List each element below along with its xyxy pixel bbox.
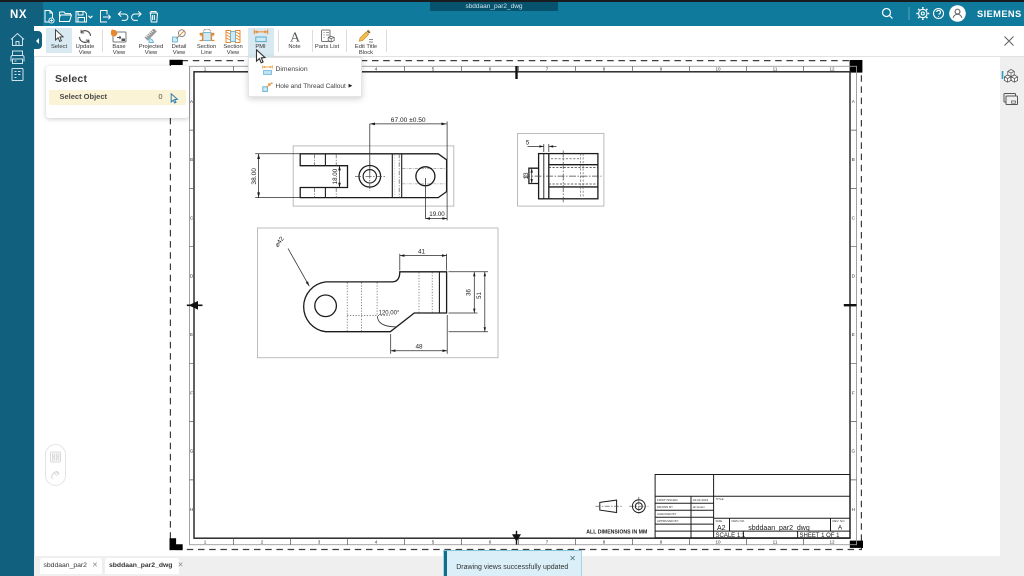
svg-text:A: A: [289, 30, 300, 44]
svg-text:5: 5: [432, 540, 435, 545]
svg-text:7: 7: [546, 540, 549, 545]
svg-text:D: D: [852, 274, 856, 279]
svg-text:19.00: 19.00: [429, 211, 445, 218]
svg-text:SCALE 1:1: SCALE 1:1: [716, 533, 746, 539]
svg-text:SHEET 1 OF 1: SHEET 1 OF 1: [800, 533, 841, 539]
svg-text:4: 4: [375, 540, 378, 545]
svg-text:5: 5: [526, 140, 530, 147]
svg-text:48: 48: [415, 344, 423, 351]
svg-text:REV. NO: REV. NO: [833, 519, 846, 523]
svg-text:12: 12: [829, 540, 835, 545]
svg-text:ali foulen: ali foulen: [693, 505, 705, 509]
svg-text:10: 10: [715, 67, 721, 72]
svg-text:H: H: [190, 507, 193, 512]
svg-text:41: 41: [418, 249, 426, 256]
svg-text:5: 5: [432, 67, 435, 72]
svg-text:E: E: [852, 332, 855, 337]
svg-text:4: 4: [375, 67, 378, 72]
svg-text:12: 12: [829, 67, 835, 72]
svg-text:DWG NO.: DWG NO.: [732, 519, 746, 523]
svg-text:TITLE: TITLE: [716, 497, 724, 501]
svg-text:H: H: [852, 507, 855, 512]
svg-text:11: 11: [773, 67, 778, 72]
svg-text:B: B: [190, 157, 193, 162]
svg-text:1: 1: [204, 67, 207, 72]
svg-text:67.00 ±0.50: 67.00 ±0.50: [391, 117, 426, 124]
svg-text:FIRST ISSUED: FIRST ISSUED: [657, 498, 678, 502]
svg-text:9: 9: [660, 67, 663, 72]
svg-text:11: 11: [773, 540, 778, 545]
svg-text:8: 8: [603, 540, 606, 545]
svg-text:13: 13: [523, 172, 530, 179]
svg-text:CHECKED BY: CHECKED BY: [657, 512, 677, 516]
svg-text:G: G: [852, 449, 856, 454]
svg-text:6: 6: [489, 540, 492, 545]
svg-text:E: E: [190, 332, 193, 337]
svg-text:A: A: [852, 99, 856, 104]
svg-text:APPROVED BY: APPROVED BY: [657, 519, 679, 523]
svg-text:A2: A2: [717, 525, 726, 532]
svg-text:36: 36: [466, 289, 472, 296]
svg-text:ALL DIMENSIONS IN MM: ALL DIMENSIONS IN MM: [586, 530, 647, 536]
svg-text:C: C: [852, 215, 856, 220]
svg-text:04-02-2023: 04-02-2023: [693, 498, 709, 502]
svg-text:2: 2: [261, 540, 264, 545]
svg-text:SIZE: SIZE: [716, 519, 723, 523]
svg-text:F: F: [190, 390, 193, 395]
svg-text:sbddaan_par2_dwg: sbddaan_par2_dwg: [748, 525, 810, 532]
svg-text:9: 9: [660, 540, 663, 545]
svg-text:F: F: [852, 390, 855, 395]
svg-text:A: A: [838, 525, 843, 532]
svg-text:18.00: 18.00: [332, 168, 339, 184]
svg-text:8: 8: [603, 67, 606, 72]
svg-text:10: 10: [715, 540, 721, 545]
svg-text:3: 3: [318, 540, 321, 545]
svg-text:6: 6: [489, 67, 492, 72]
svg-text:1: 1: [204, 540, 207, 545]
svg-text:⌀42: ⌀42: [274, 235, 286, 248]
svg-text:120.00°: 120.00°: [379, 311, 400, 317]
svg-text:38.00: 38.00: [251, 168, 258, 185]
svg-text:7: 7: [546, 67, 549, 72]
svg-text:DRAWN BY: DRAWN BY: [657, 505, 673, 509]
svg-text:B: B: [852, 157, 855, 162]
svg-text:51: 51: [477, 292, 483, 299]
svg-text:G: G: [190, 449, 194, 454]
